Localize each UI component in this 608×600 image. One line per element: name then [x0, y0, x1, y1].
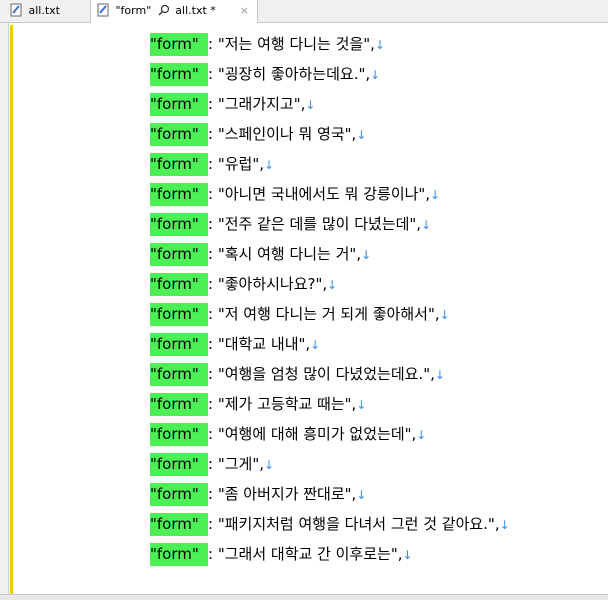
line-text: : "저 여행 다니는 거 되게 좋아해서", — [208, 305, 440, 323]
eol-arrow-icon: ↓ — [356, 128, 367, 142]
eol-arrow-icon: ↓ — [416, 428, 427, 442]
tab-label: all.txt * — [175, 4, 216, 17]
eol-arrow-icon: ↓ — [370, 68, 381, 82]
line-text: : "스페인이나 뭐 영국", — [208, 125, 357, 143]
tab-all-txt[interactable]: all.txt — [4, 0, 82, 22]
line-text: : "저는 여행 다니는 것을", — [208, 35, 375, 53]
text-line: "form": "굉장히 좋아하는데요.",↓ — [150, 63, 380, 86]
eol-arrow-icon: ↓ — [499, 518, 510, 532]
line-text: : "혹시 여행 다니는 거", — [208, 245, 362, 263]
line-text: : "전주 같은 데를 많이 다녔는데", — [208, 215, 422, 233]
search-highlight: "form" — [150, 483, 208, 506]
search-highlight: "form" — [150, 33, 208, 56]
close-icon[interactable]: × — [240, 0, 249, 22]
line-text: : "굉장히 좋아하는데요.", — [208, 65, 371, 83]
editor-gutter — [0, 23, 9, 599]
tab-bar: all.txt "form" all.txt * × — [0, 0, 608, 23]
eol-arrow-icon: ↓ — [310, 338, 321, 352]
line-text: : "그래서 대학교 간 이후로는", — [208, 545, 403, 563]
search-highlight: "form" — [150, 243, 208, 266]
line-text: : "여행을 엄청 많이 다녔었는데요.", — [208, 365, 435, 383]
line-text: : "좋아하시나요?", — [208, 275, 328, 293]
search-highlight: "form" — [150, 63, 208, 86]
eol-arrow-icon: ↓ — [356, 398, 367, 412]
eol-arrow-icon: ↓ — [264, 458, 275, 472]
line-text: : "제가 고등학교 때는", — [208, 395, 357, 413]
line-text: : "여행에 대해 흥미가 없었는데", — [208, 425, 417, 443]
text-line: "form": "좋아하시나요?",↓ — [150, 273, 337, 296]
search-highlight: "form" — [150, 423, 208, 446]
line-text: : "패키지처럼 여행을 다녀서 그런 것 같아요.", — [208, 515, 500, 533]
eol-arrow-icon: ↓ — [402, 548, 413, 562]
search-highlight: "form" — [150, 453, 208, 476]
search-highlight: "form" — [150, 153, 208, 176]
text-line: "form": "좀 아버지가 짠대로",↓ — [150, 483, 366, 506]
text-line: "form": "제가 고등학교 때는",↓ — [150, 393, 366, 416]
text-line: "form": "그게",↓ — [150, 453, 274, 476]
text-line: "form": "대학교 내내",↓ — [150, 333, 320, 356]
horizontal-scrollbar[interactable] — [0, 594, 608, 600]
search-highlight: "form" — [150, 303, 208, 326]
line-text: : "그래가지고", — [208, 95, 306, 113]
eol-arrow-icon: ↓ — [264, 158, 275, 172]
text-line: "form": "여행에 대해 흥미가 없었는데",↓ — [150, 423, 426, 446]
text-line: "form": "전주 같은 데를 많이 다녔는데",↓ — [150, 213, 431, 236]
eol-arrow-icon: ↓ — [374, 38, 385, 52]
search-highlight: "form" — [150, 513, 208, 536]
line-text: : "유럽", — [208, 155, 264, 173]
search-highlight: "form" — [150, 183, 208, 206]
file-icon — [97, 3, 109, 17]
change-marker — [10, 25, 13, 595]
text-line: "form": "여행을 엄청 많이 다녔었는데요.",↓ — [150, 363, 445, 386]
eol-arrow-icon: ↓ — [327, 278, 338, 292]
search-icon — [158, 4, 169, 16]
tab-label: all.txt — [28, 4, 61, 17]
eol-arrow-icon: ↓ — [430, 188, 441, 202]
text-line: "form": "패키지처럼 여행을 다녀서 그런 것 같아요.",↓ — [150, 513, 510, 536]
text-line: "form": "저는 여행 다니는 것을",↓ — [150, 33, 385, 56]
file-icon — [10, 3, 22, 17]
eol-arrow-icon: ↓ — [361, 248, 372, 262]
line-text: : "그게", — [208, 455, 264, 473]
tab-form-search[interactable]: "form" all.txt * × — [90, 0, 258, 23]
editor-area[interactable]: "form": "저는 여행 다니는 것을",↓ "form": "굉장히 좋아하… — [0, 23, 608, 599]
line-text: : "좀 아버지가 짠대로", — [208, 485, 357, 503]
eol-arrow-icon: ↓ — [439, 308, 450, 322]
tab-search-term: "form" — [115, 4, 152, 17]
search-highlight: "form" — [150, 273, 208, 296]
search-highlight: "form" — [150, 213, 208, 236]
text-line: "form": "아니면 국내에서도 뭐 강릉이나",↓ — [150, 183, 440, 206]
eol-arrow-icon: ↓ — [305, 98, 316, 112]
line-text: : "대학교 내내", — [208, 335, 311, 353]
search-highlight: "form" — [150, 393, 208, 416]
text-line: "form": "저 여행 다니는 거 되게 좋아해서",↓ — [150, 303, 450, 326]
text-line: "form": "그래서 대학교 간 이후로는",↓ — [150, 543, 413, 566]
eol-arrow-icon: ↓ — [356, 488, 367, 502]
search-highlight: "form" — [150, 93, 208, 116]
text-line: "form": "혹시 여행 다니는 거",↓ — [150, 243, 371, 266]
search-highlight: "form" — [150, 333, 208, 356]
eol-arrow-icon: ↓ — [421, 218, 432, 232]
text-line: "form": "유럽",↓ — [150, 153, 274, 176]
line-text: : "아니면 국내에서도 뭐 강릉이나", — [208, 185, 431, 203]
eol-arrow-icon: ↓ — [434, 368, 445, 382]
search-highlight: "form" — [150, 123, 208, 146]
text-line: "form": "스페인이나 뭐 영국",↓ — [150, 123, 366, 146]
search-highlight: "form" — [150, 543, 208, 566]
text-line: "form": "그래가지고",↓ — [150, 93, 315, 116]
search-highlight: "form" — [150, 363, 208, 386]
